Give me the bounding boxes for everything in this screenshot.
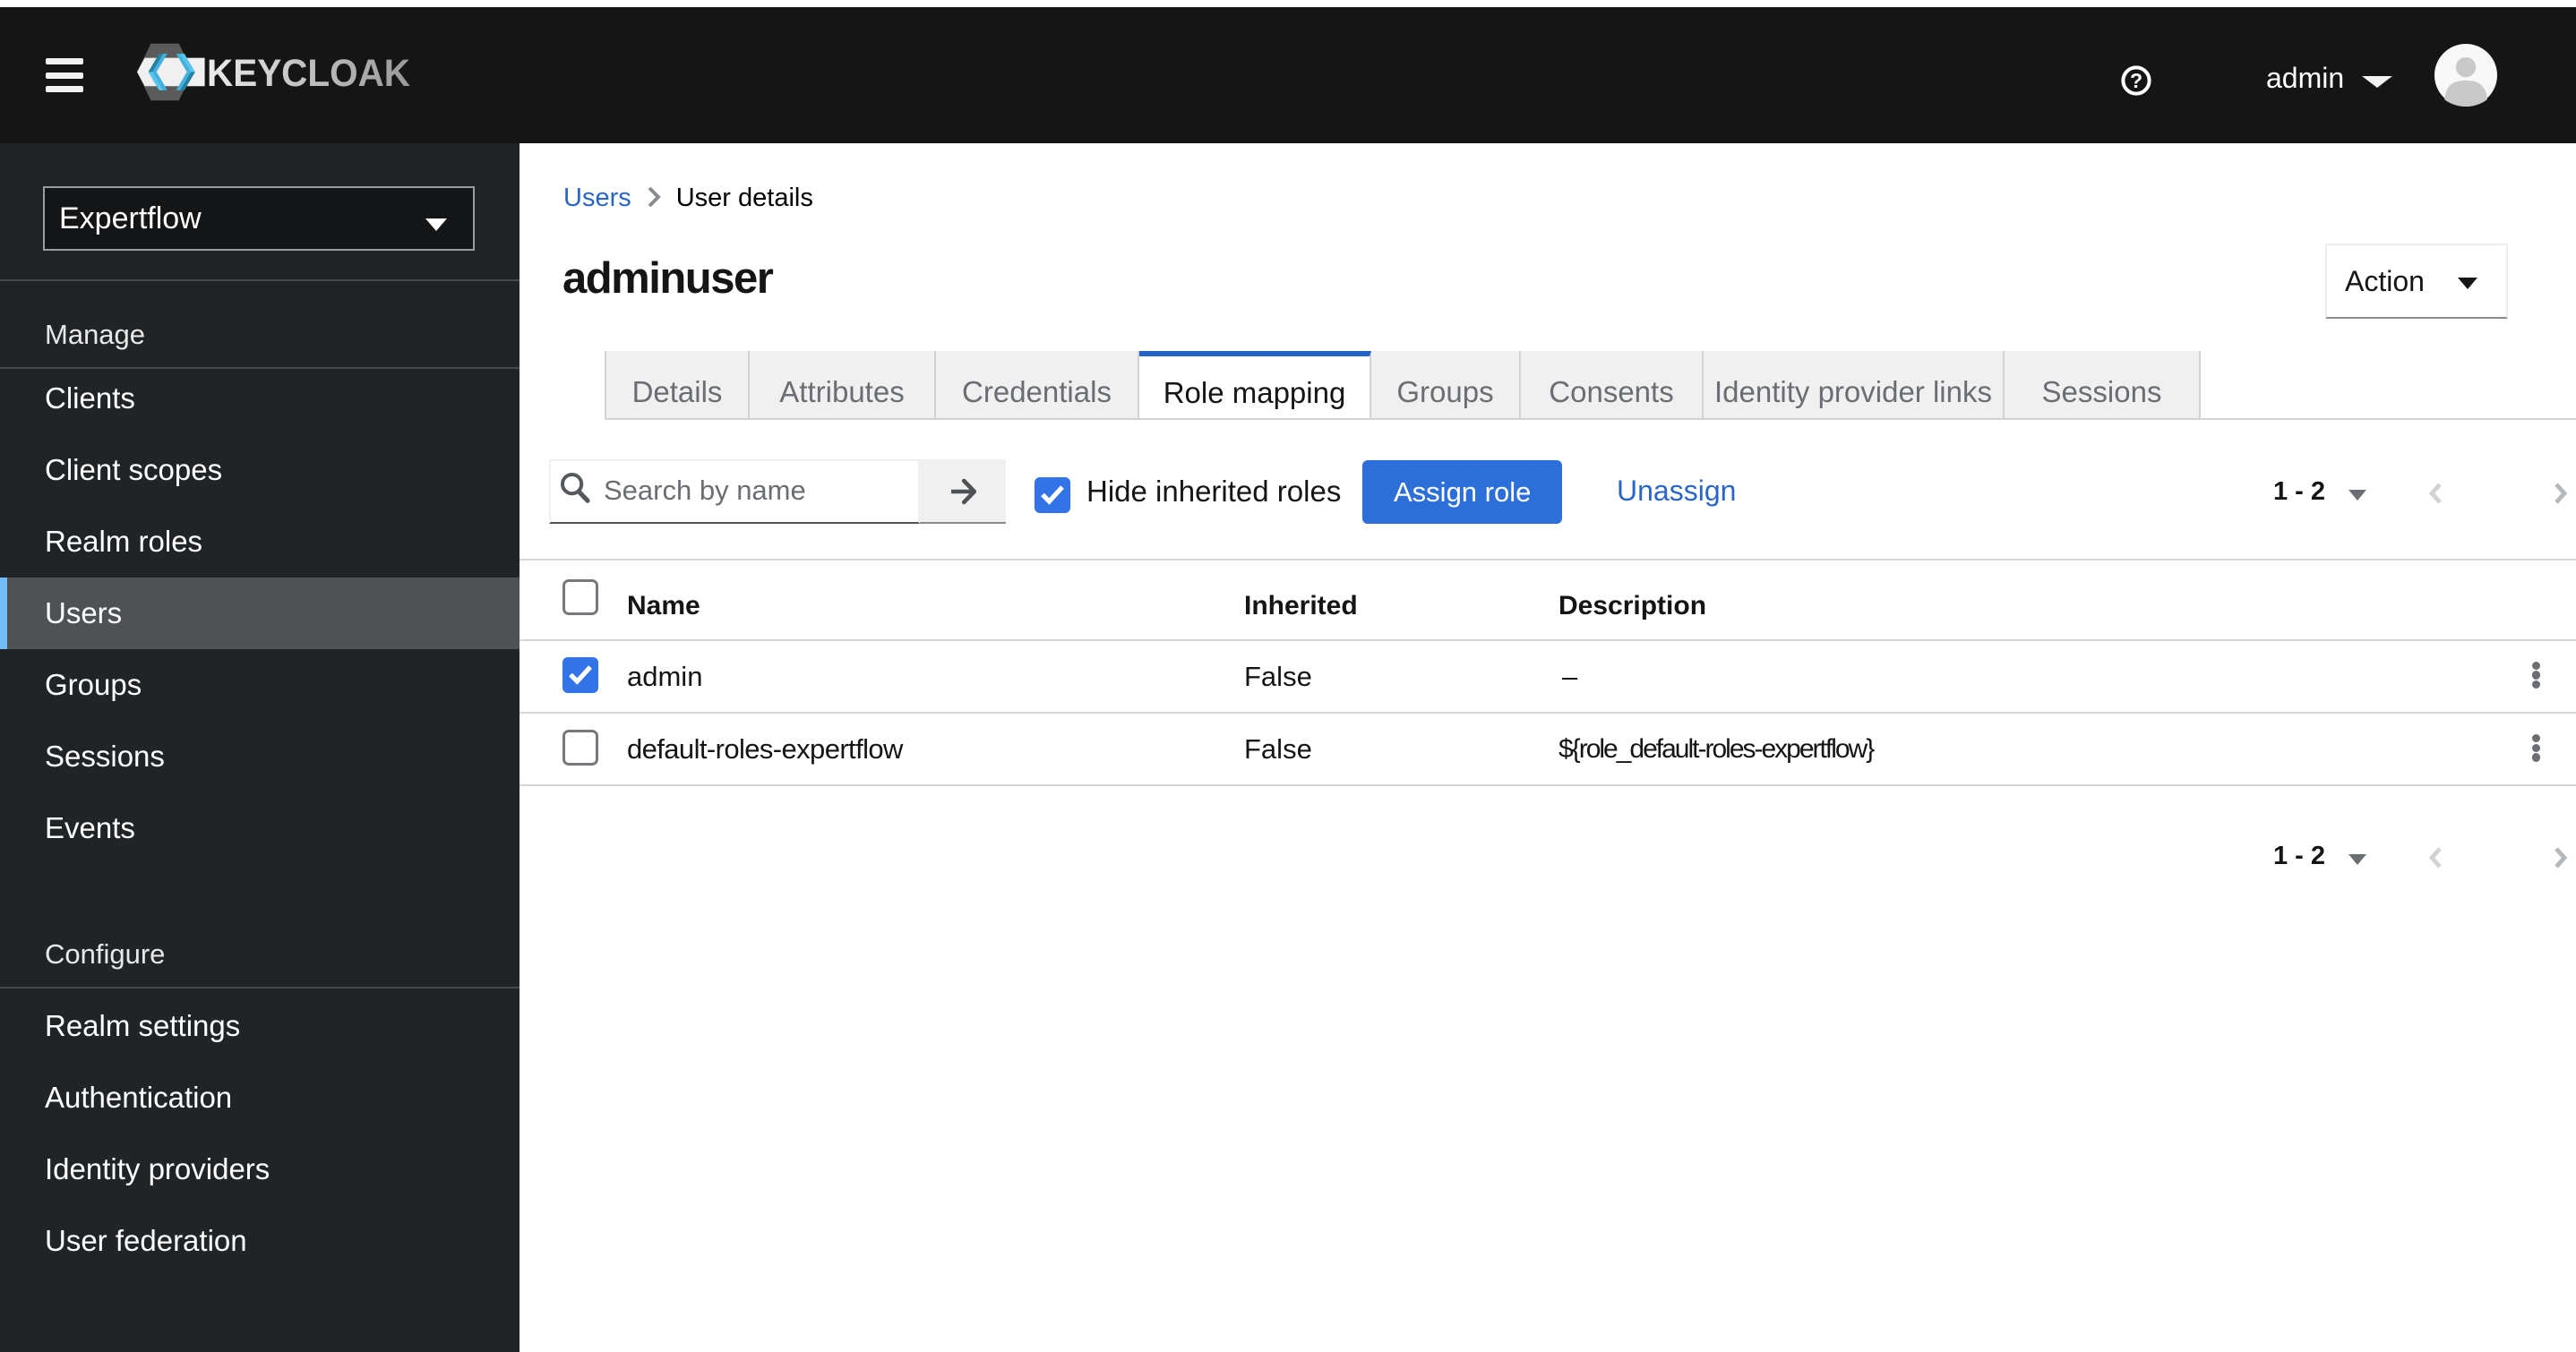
svg-text:?: ? (2130, 69, 2142, 92)
svg-text:KEYCLOAK: KEYCLOAK (207, 52, 410, 95)
